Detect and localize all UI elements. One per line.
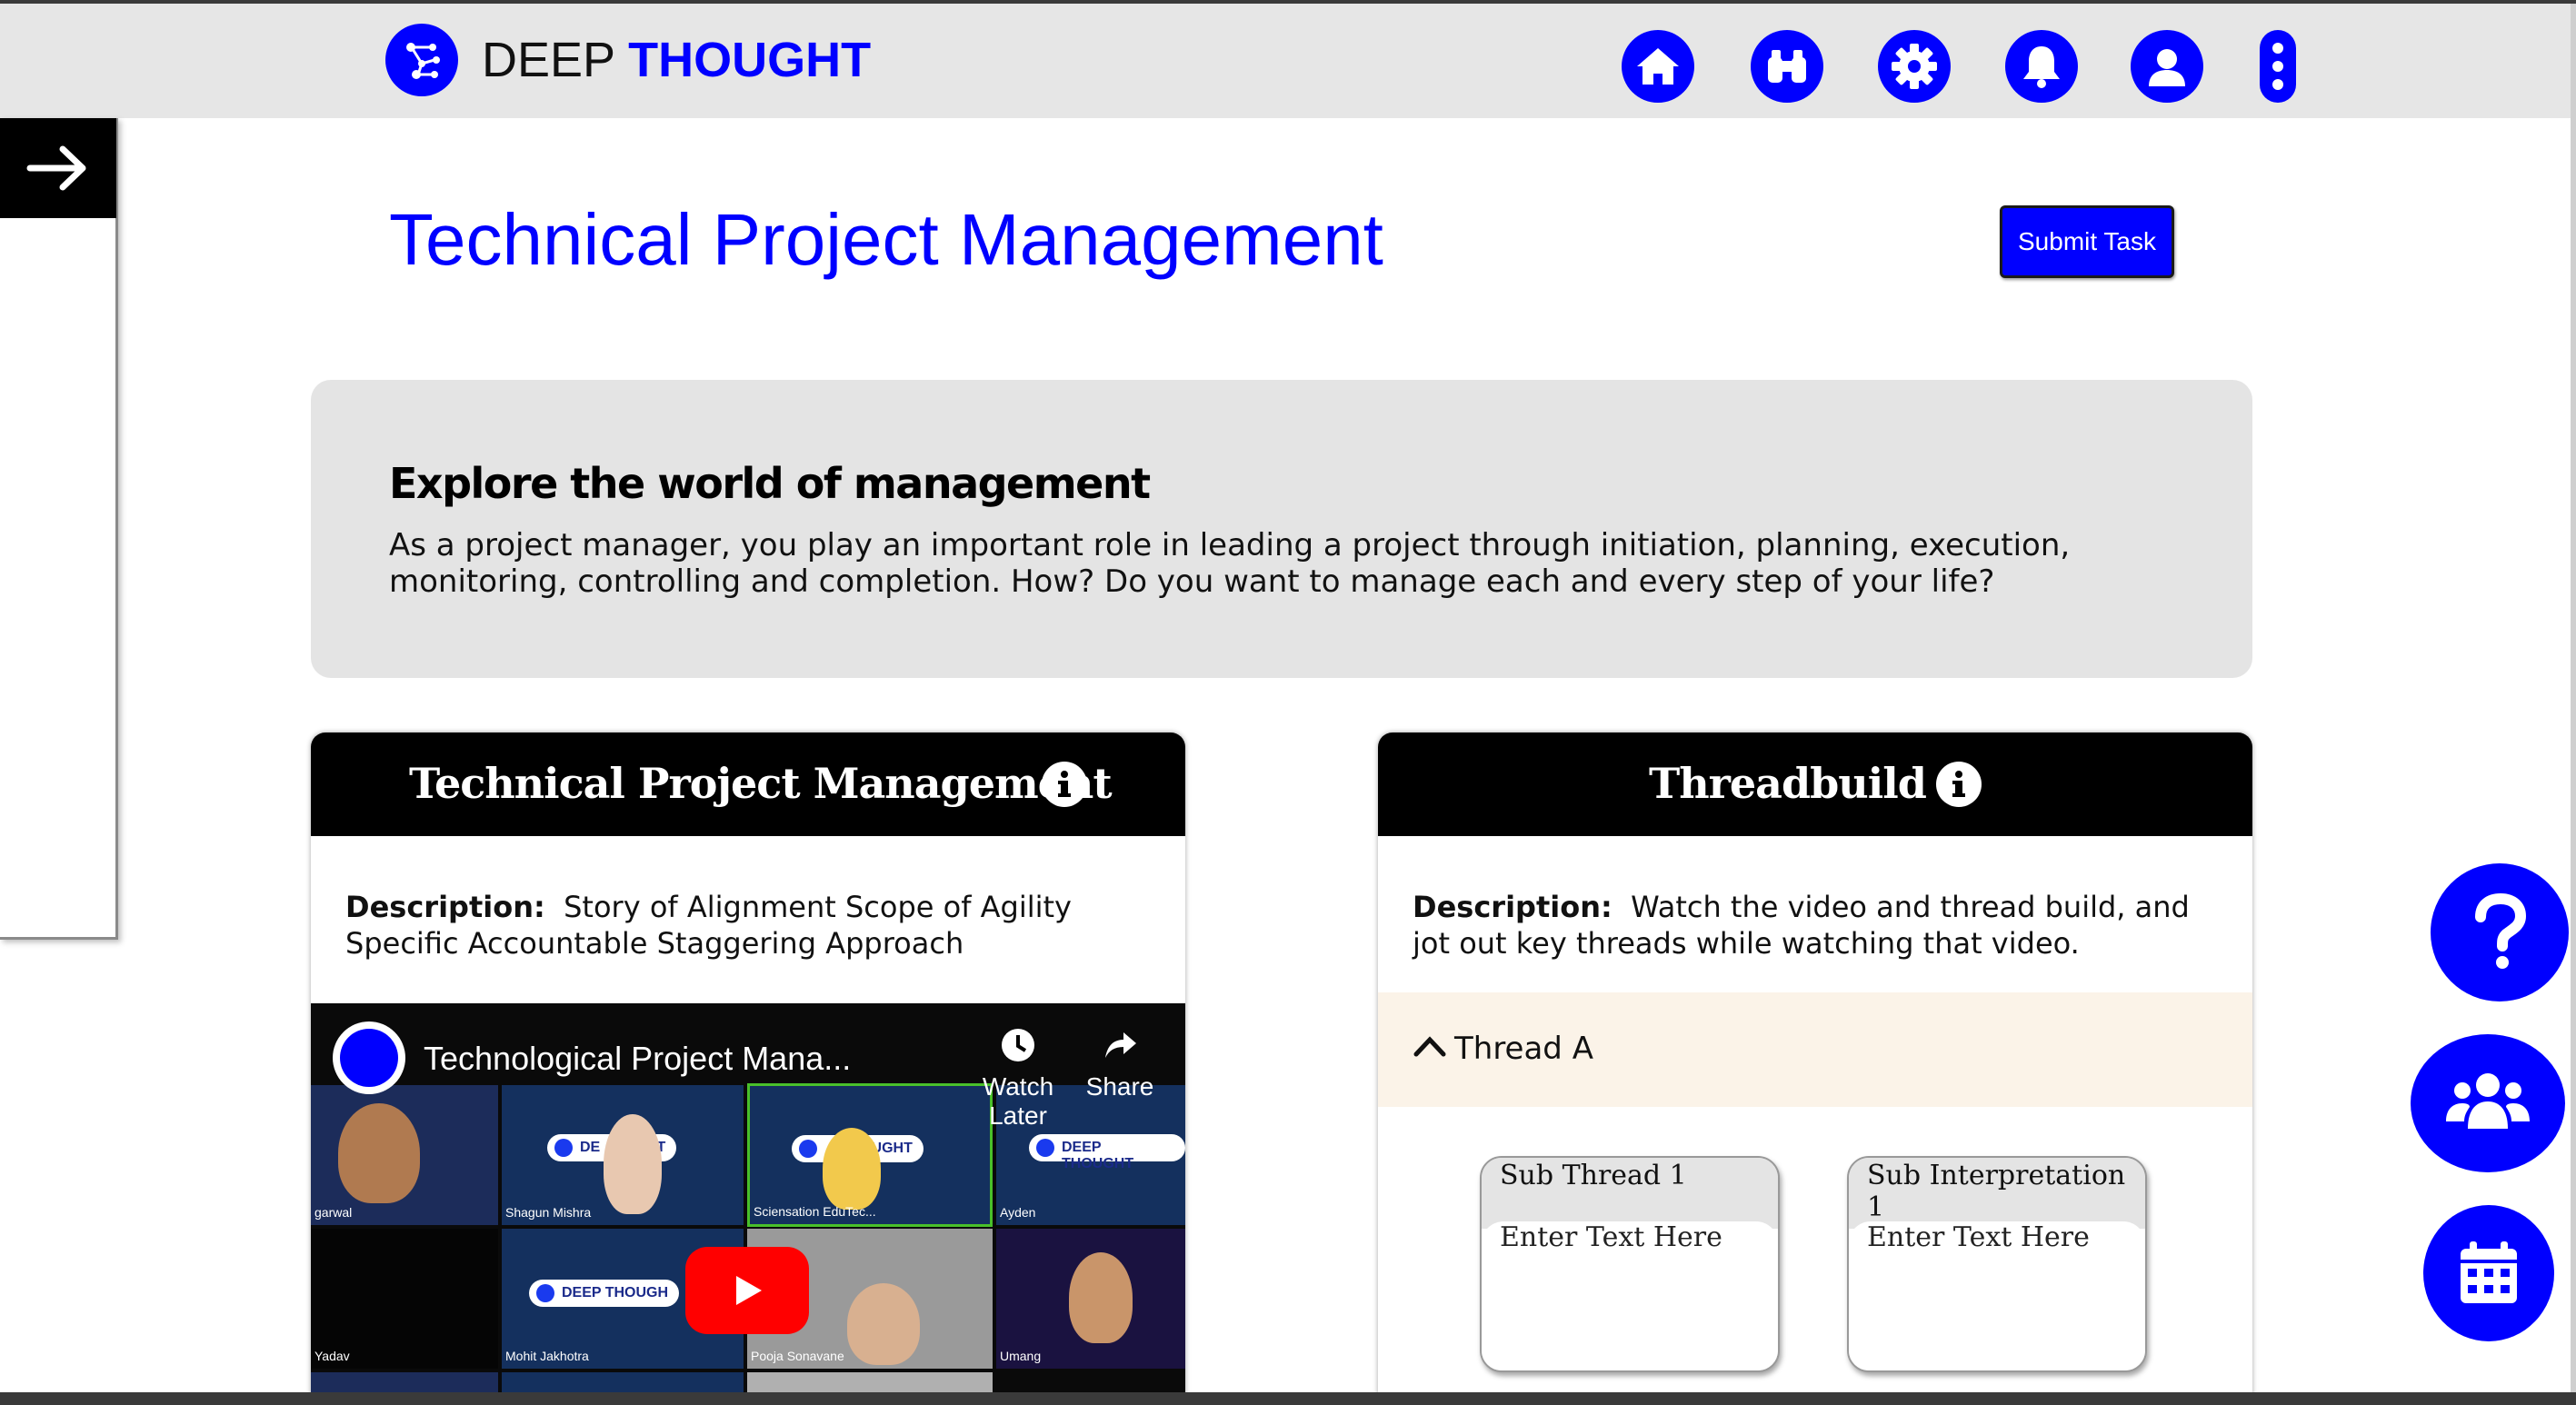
threadbuild-card: Threadbuild Description: Watch the video… xyxy=(1378,732,2252,1405)
arrow-right-icon xyxy=(26,145,86,191)
intro-panel: Explore the world of management As a pro… xyxy=(311,380,2252,678)
info-icon[interactable] xyxy=(1042,762,1087,807)
intro-body: As a project manager, you play an import… xyxy=(389,527,2071,600)
card-header: Technical Project Management xyxy=(311,732,1185,836)
participant-tile: garwal xyxy=(311,1085,498,1225)
chevron-up-icon xyxy=(1413,1036,1446,1057)
window-bottom-border xyxy=(0,1392,2576,1405)
page-scrollbar[interactable] xyxy=(2571,4,2576,1392)
sidebar-expand-button[interactable] xyxy=(0,118,116,218)
card-header: Threadbuild xyxy=(1378,732,2252,836)
card-description: Description: Story of Alignment Scope of… xyxy=(345,890,1072,961)
more-vertical-icon[interactable] xyxy=(2260,30,2296,103)
video-title[interactable]: Technological Project Mana... xyxy=(424,1040,851,1078)
share-icon xyxy=(1105,1032,1136,1058)
home-icon[interactable] xyxy=(1622,30,1694,103)
sub-interpretation-box: Sub Interpretation 1 Enter Text Here xyxy=(1847,1156,2147,1372)
page-title: Technical Project Management xyxy=(389,199,1383,280)
clock-icon xyxy=(1002,1029,1034,1061)
gear-icon[interactable] xyxy=(1878,30,1951,103)
collapsed-sidebar xyxy=(0,118,118,940)
sub-thread-box: Sub Thread 1 Enter Text Here xyxy=(1480,1156,1780,1372)
sub-thread-input[interactable]: Enter Text Here xyxy=(1482,1221,1778,1370)
logo-icon[interactable] xyxy=(385,24,458,96)
thread-a-accordion[interactable]: Thread A xyxy=(1378,992,2252,1107)
card-description: Description: Watch the video and thread … xyxy=(1413,890,2190,961)
calendar-button[interactable] xyxy=(2423,1205,2554,1341)
calendar-icon xyxy=(2461,1241,2517,1303)
play-button[interactable] xyxy=(685,1247,809,1334)
participant-tile: Yadav xyxy=(311,1229,498,1369)
bell-icon[interactable] xyxy=(2005,30,2078,103)
binoculars-icon[interactable] xyxy=(1751,30,1823,103)
thread-label: Thread A xyxy=(1454,1031,1593,1067)
video-player[interactable]: garwal DE UGHT Shagun Mishra THOUGHT Sci… xyxy=(311,1003,1185,1405)
help-icon xyxy=(2475,892,2527,969)
card-title: Threadbuild xyxy=(1649,759,1927,808)
user-icon[interactable] xyxy=(2131,30,2203,103)
team-button[interactable] xyxy=(2411,1034,2565,1172)
sub-interpretation-header: Sub Interpretation 1 xyxy=(1849,1158,2145,1229)
participant-tile: Umang xyxy=(996,1229,1185,1369)
card-title: Technical Project Management xyxy=(409,759,1113,808)
intro-heading: Explore the world of management xyxy=(389,459,1151,508)
sub-thread-header: Sub Thread 1 xyxy=(1482,1158,1778,1229)
sub-interpretation-input[interactable]: Enter Text Here xyxy=(1849,1221,2145,1370)
info-icon[interactable] xyxy=(1936,762,1982,807)
brand-name[interactable]: DEEP THOUGHT xyxy=(482,31,871,89)
channel-avatar[interactable] xyxy=(333,1021,405,1094)
team-icon xyxy=(2446,1073,2530,1129)
top-navbar: DEEP THOUGHT xyxy=(0,4,2576,118)
video-overlay-bar: Technological Project Mana... Watch Late… xyxy=(311,1003,1185,1130)
submit-task-button[interactable]: Submit Task xyxy=(2000,205,2174,278)
video-task-card: Technical Project Management Description… xyxy=(311,732,1185,1405)
participant-tile: DE UGHT Shagun Mishra xyxy=(502,1085,744,1225)
help-button[interactable] xyxy=(2431,863,2569,1001)
play-icon xyxy=(736,1276,762,1305)
share-button[interactable]: Share xyxy=(1056,1027,1183,1101)
